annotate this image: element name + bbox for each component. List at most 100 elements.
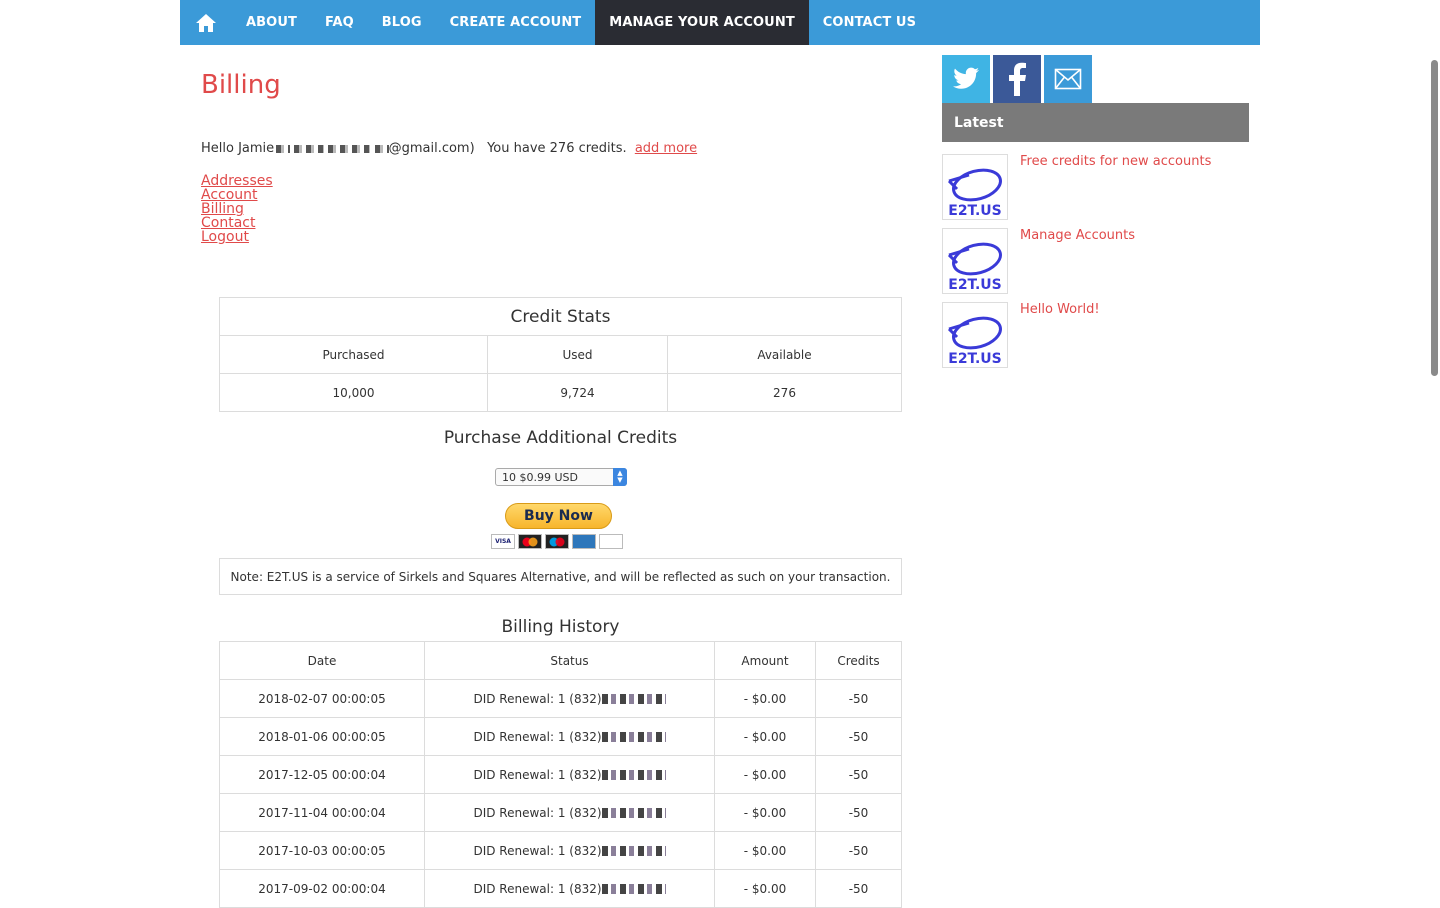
discover-icon	[599, 534, 623, 549]
stats-header-available: Available	[667, 335, 902, 374]
home-icon	[196, 13, 216, 32]
nav-faq[interactable]: FAQ	[311, 0, 368, 45]
credit-amount-select[interactable]: 10 $0.99 USD ▲ ▼	[495, 468, 627, 486]
nav-blog[interactable]: BLOG	[368, 0, 436, 45]
page-scrollbar[interactable]	[1431, 60, 1438, 376]
row-date: 2017-12-05 00:00:04	[219, 755, 425, 794]
history-header-status: Status	[424, 641, 715, 680]
row-amount: - $0.00	[714, 793, 816, 832]
visa-icon: VISA	[491, 534, 515, 549]
billing-history-title: Billing History	[501, 617, 620, 637]
credit-stats-table: Credit Stats Purchased Used Available 10…	[219, 297, 902, 412]
nav-home-button[interactable]	[180, 0, 232, 45]
svg-text:E2T.US: E2T.US	[948, 277, 1002, 293]
stats-value-used: 9,724	[487, 373, 668, 412]
credit-stats-title: Credit Stats	[219, 297, 902, 336]
stats-header-purchased: Purchased	[219, 335, 488, 374]
e2t-logo-icon: E2T.US	[947, 242, 1002, 293]
row-status: DID Renewal: 1 (832)	[424, 717, 715, 756]
row-date: 2017-09-02 00:00:04	[219, 869, 425, 908]
credit-select-value: 10 $0.99 USD	[502, 470, 578, 484]
row-amount: - $0.00	[714, 755, 816, 794]
nav-create-account[interactable]: CREATE ACCOUNT	[436, 0, 596, 45]
mastercard-icon	[518, 534, 542, 549]
row-amount: - $0.00	[714, 869, 816, 908]
row-status: DID Renewal: 1 (832)	[424, 755, 715, 794]
billing-history-table: Date Status Amount Credits 2018-02-07 00…	[219, 641, 902, 908]
add-more-link[interactable]: add more	[635, 141, 697, 156]
post-link[interactable]: Hello World!	[1020, 302, 1100, 317]
twitter-button[interactable]	[942, 55, 990, 103]
amex-icon	[572, 534, 596, 549]
row-amount: - $0.00	[714, 717, 816, 756]
row-amount: - $0.00	[714, 679, 816, 718]
post-thumbnail[interactable]: E2T.US	[942, 154, 1008, 220]
history-header-credits: Credits	[815, 641, 902, 680]
post-thumbnail[interactable]: E2T.US	[942, 228, 1008, 294]
post-link[interactable]: Manage Accounts	[1020, 228, 1135, 243]
link-billing[interactable]: Billing	[201, 202, 273, 216]
redacted-block	[374, 144, 389, 153]
row-credits: -50	[815, 831, 902, 870]
facebook-icon	[1009, 62, 1026, 96]
row-date: 2018-02-07 00:00:05	[219, 679, 425, 718]
facebook-button[interactable]	[993, 55, 1041, 103]
payment-cards: VISA	[491, 534, 623, 549]
table-row: 2018-02-07 00:00:05 DID Renewal: 1 (832)…	[219, 679, 902, 718]
greeting: Hello Jamie @gmail.com) You have 276 cre…	[201, 141, 697, 156]
link-logout[interactable]: Logout	[201, 230, 273, 244]
latest-post: E2T.US Free credits for new accounts	[942, 154, 1242, 220]
row-date: 2017-11-04 00:00:04	[219, 793, 425, 832]
stats-value-purchased: 10,000	[219, 373, 488, 412]
buy-now-button[interactable]: Buy Now	[505, 503, 612, 529]
row-credits: -50	[815, 755, 902, 794]
social-links	[942, 55, 1092, 103]
row-date: 2017-10-03 00:00:05	[219, 831, 425, 870]
page-title: Billing	[201, 70, 281, 100]
row-credits: -50	[815, 717, 902, 756]
purchase-title: Purchase Additional Credits	[443, 428, 678, 448]
greeting-name: Hello Jamie	[201, 141, 275, 156]
table-row: 2017-12-05 00:00:04 DID Renewal: 1 (832)…	[219, 755, 902, 794]
email-button[interactable]	[1044, 55, 1092, 103]
table-row: 2018-01-06 00:00:05 DID Renewal: 1 (832)…	[219, 717, 902, 756]
row-credits: -50	[815, 793, 902, 832]
twitter-icon	[953, 67, 979, 89]
row-status: DID Renewal: 1 (832)	[424, 679, 715, 718]
row-status: DID Renewal: 1 (832)	[424, 793, 715, 832]
link-addresses[interactable]: Addresses	[201, 174, 273, 188]
e2t-logo-icon: E2T.US	[947, 168, 1002, 219]
maestro-icon	[545, 534, 569, 549]
latest-post: E2T.US Hello World!	[942, 302, 1242, 368]
nav-manage-account[interactable]: MANAGE YOUR ACCOUNT	[595, 0, 809, 45]
nav-about[interactable]: ABOUT	[232, 0, 311, 45]
greeting-email-suffix: @gmail.com)	[388, 141, 475, 156]
post-thumbnail[interactable]: E2T.US	[942, 302, 1008, 368]
history-header-date: Date	[219, 641, 425, 680]
link-account[interactable]: Account	[201, 188, 273, 202]
select-arrows-icon: ▲ ▼	[613, 468, 627, 486]
e2t-logo-icon: E2T.US	[947, 316, 1002, 367]
stats-header-used: Used	[487, 335, 668, 374]
svg-text:E2T.US: E2T.US	[948, 351, 1002, 367]
link-contact[interactable]: Contact	[201, 216, 273, 230]
latest-post: E2T.US Manage Accounts	[942, 228, 1242, 294]
redacted-block	[294, 144, 325, 153]
nav-contact-us[interactable]: CONTACT US	[809, 0, 930, 45]
history-header-amount: Amount	[714, 641, 816, 680]
row-date: 2018-01-06 00:00:05	[219, 717, 425, 756]
row-credits: -50	[815, 869, 902, 908]
row-status: DID Renewal: 1 (832)	[424, 869, 715, 908]
post-link[interactable]: Free credits for new accounts	[1020, 154, 1211, 169]
table-row: 2017-11-04 00:00:04 DID Renewal: 1 (832)…	[219, 793, 902, 832]
latest-heading: Latest	[942, 103, 1249, 142]
table-header-row: Date Status Amount Credits	[219, 641, 902, 680]
table-row: 2017-10-03 00:00:05 DID Renewal: 1 (832)…	[219, 831, 902, 870]
transaction-note: Note: E2T.US is a service of Sirkels and…	[219, 558, 902, 595]
account-links: Addresses Account Billing Contact Logout	[201, 174, 273, 244]
mail-icon	[1054, 68, 1082, 90]
row-amount: - $0.00	[714, 831, 816, 870]
top-nav: ABOUT FAQ BLOG CREATE ACCOUNT MANAGE YOU…	[180, 0, 1260, 45]
row-status: DID Renewal: 1 (832)	[424, 831, 715, 870]
table-row: 2017-09-02 00:00:04 DID Renewal: 1 (832)…	[219, 869, 902, 908]
